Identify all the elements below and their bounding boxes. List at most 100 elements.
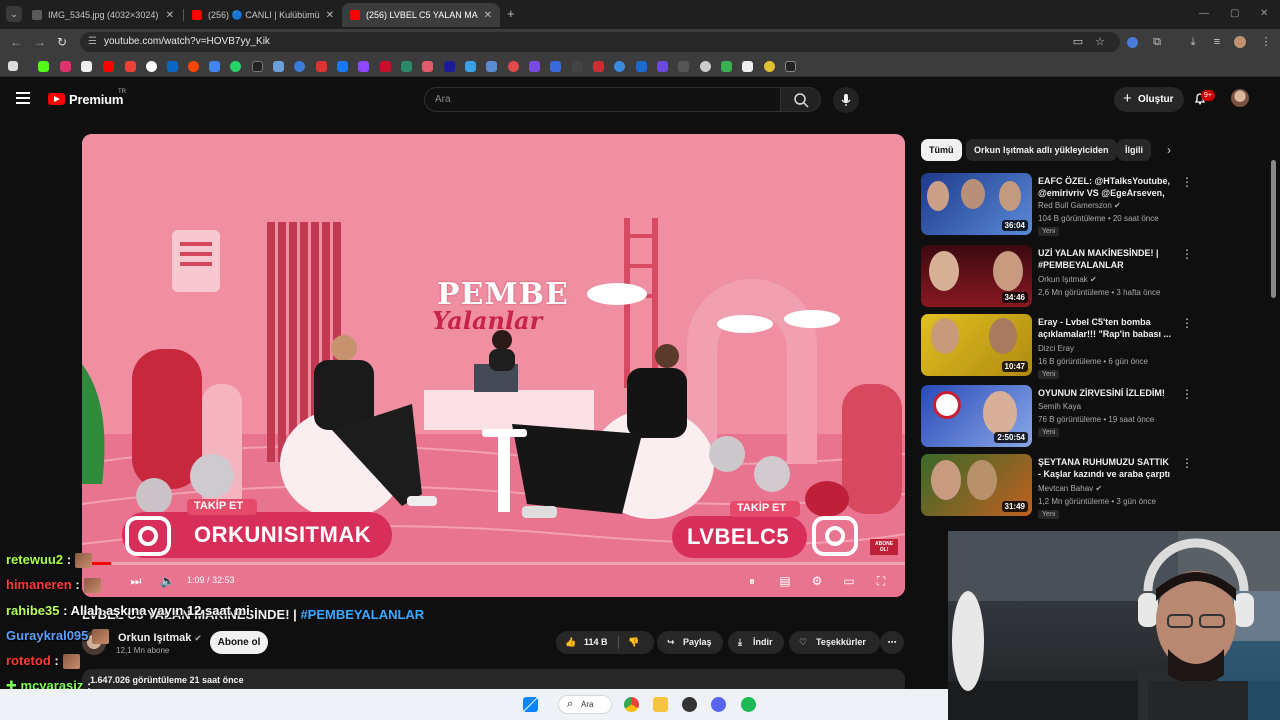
recommendation-channel[interactable]: Dizci Eray: [1038, 344, 1074, 353]
close-tab-icon[interactable]: ✕: [326, 10, 334, 21]
bookmark-site-icon[interactable]: [422, 61, 433, 72]
thanks-button[interactable]: ♡ Teşekkürler: [789, 631, 880, 654]
more-actions-icon[interactable]: ⋯: [880, 631, 904, 654]
close-tab-icon[interactable]: ✕: [484, 10, 492, 21]
bookmark-site-icon[interactable]: [572, 61, 583, 72]
chip-from-uploader[interactable]: Orkun Işıtmak adlı yükleyiciden: [966, 139, 1117, 161]
next-video-icon[interactable]: ⏭: [129, 574, 143, 588]
extensions-puzzle-icon[interactable]: ⧉: [1150, 35, 1164, 49]
account-avatar[interactable]: [1231, 89, 1249, 107]
like-count[interactable]: 114 B: [584, 631, 608, 654]
tab-search-chevron-icon[interactable]: ⌄: [6, 6, 22, 22]
recommendation-item[interactable]: 34:46 UZİ YALAN MAKİNESİNDE! | #PEMBEYAL…: [921, 245, 1261, 311]
recommendation-channel[interactable]: Orkun Işıtmak ✔: [1038, 275, 1097, 284]
theater-mode-icon[interactable]: ▭: [842, 574, 856, 588]
reload-icon[interactable]: ↻: [57, 35, 67, 49]
address-bar[interactable]: ☰ youtube.com/watch?v=HOVB7yy_Kik: [80, 32, 1120, 52]
tab-live-stream[interactable]: (256) 🔵 CANLI | Kulübümüzün ✕: [184, 3, 342, 27]
bookmark-site-icon[interactable]: [465, 61, 476, 72]
video-thumbnail[interactable]: 2:50:54: [921, 385, 1032, 447]
more-options-icon[interactable]: ⋮: [1181, 316, 1193, 330]
bookmark-site-icon[interactable]: [550, 61, 561, 72]
page-scrollbar[interactable]: [1271, 160, 1276, 298]
bookmark-facebook-icon[interactable]: [337, 61, 348, 72]
chips-next-chevron-icon[interactable]: ›: [1167, 143, 1171, 157]
recommendation-item[interactable]: 2:50:54 OYUNUN ZİRVESİNİ İZLEDİM! Semih …: [921, 385, 1261, 451]
subtitles-icon[interactable]: ▤: [778, 574, 792, 588]
bookmark-site-icon[interactable]: [486, 61, 497, 72]
bookmark-site-icon[interactable]: [700, 61, 711, 72]
bookmark-site-icon[interactable]: [380, 61, 391, 72]
discord-taskbar-icon[interactable]: [711, 697, 726, 712]
more-options-icon[interactable]: ⋮: [1181, 456, 1193, 470]
thumbs-up-icon[interactable]: 👍: [565, 631, 576, 654]
bookmark-site-icon[interactable]: [593, 61, 604, 72]
recommendation-channel[interactable]: Red Bull Gamerszon ✔: [1038, 201, 1121, 210]
taskbar-search[interactable]: Ara: [558, 695, 612, 714]
recommendation-item[interactable]: 10:47 Eray - Lvbel C5'ten bomba açıklama…: [921, 314, 1261, 380]
bookmark-reddit-icon[interactable]: [188, 61, 199, 72]
media-control-icon[interactable]: ≡: [1210, 35, 1224, 49]
video-thumbnail[interactable]: 36:04: [921, 173, 1032, 235]
spotify-taskbar-icon[interactable]: [741, 697, 756, 712]
extension-icon[interactable]: [1127, 37, 1138, 48]
share-button[interactable]: ↪ Paylaş: [657, 631, 723, 654]
bookmark-site-icon[interactable]: [764, 61, 775, 72]
back-arrow-icon[interactable]: ←: [10, 35, 22, 49]
bookmark-site-icon[interactable]: [742, 61, 753, 72]
recommendation-title[interactable]: OYUNUN ZİRVESİNİ İZLEDİM!: [1038, 387, 1173, 399]
video-player[interactable]: PEMBE Yalanlar TAKİP ET ORKUNISITMAK TAK…: [82, 134, 905, 597]
bookmark-site-icon[interactable]: [508, 61, 519, 72]
settings-gear-icon[interactable]: ⚙: [810, 574, 824, 588]
bookmark-site-icon[interactable]: [529, 61, 540, 72]
bookmark-whatsapp-icon[interactable]: [230, 61, 241, 72]
video-hashtag[interactable]: #PEMBEYALANLAR: [300, 607, 424, 622]
chrome-menu-icon[interactable]: ⋮: [1259, 35, 1273, 49]
video-thumbnail[interactable]: 10:47: [921, 314, 1032, 376]
bookmark-google-icon[interactable]: [146, 61, 157, 72]
bookmark-site-icon[interactable]: [657, 61, 668, 72]
windows-start-icon[interactable]: [523, 697, 538, 712]
bookmark-site-icon[interactable]: [401, 61, 412, 72]
profile-avatar-icon[interactable]: [1234, 36, 1246, 48]
maximize-window-icon[interactable]: ▢: [1230, 8, 1239, 19]
recommendation-title[interactable]: EAFC ÖZEL: @HTalksYoutube, @emirivriv VS…: [1038, 175, 1173, 199]
chip-related[interactable]: İlgili: [1117, 139, 1151, 161]
channel-name[interactable]: Orkun Işıtmak ✔: [118, 632, 202, 644]
bookmark-twitch-icon[interactable]: [358, 61, 369, 72]
search-button[interactable]: [781, 87, 821, 112]
chip-all[interactable]: Tümü: [921, 139, 962, 161]
bookmark-youtube-icon[interactable]: [103, 61, 114, 72]
close-tab-icon[interactable]: ✕: [166, 10, 174, 21]
site-info-icon[interactable]: ☰: [88, 32, 97, 52]
bookmark-site-icon[interactable]: [294, 61, 305, 72]
bookmark-site-icon[interactable]: [636, 61, 647, 72]
recommendation-item[interactable]: 36:04 EAFC ÖZEL: @HTalksYoutube, @emiriv…: [921, 173, 1261, 239]
search-input[interactable]: Ara: [424, 87, 781, 112]
autoplay-toggle-icon[interactable]: ⏸: [742, 574, 762, 588]
recommendation-channel[interactable]: Mevtcan Bahav ✔: [1038, 484, 1102, 493]
bookmark-gmail-icon[interactable]: [125, 61, 136, 72]
bookmark-outlook-icon[interactable]: [167, 61, 178, 72]
youtube-premium-logo[interactable]: Premium: [69, 92, 123, 107]
voice-search-button[interactable]: [833, 87, 859, 113]
recommendation-channel[interactable]: Semih Kaya: [1038, 402, 1081, 411]
tab-image[interactable]: IMG_5345.jpg (4032×3024) ✕: [24, 3, 182, 27]
more-options-icon[interactable]: ⋮: [1181, 247, 1193, 261]
video-thumbnail[interactable]: 34:46: [921, 245, 1032, 307]
more-options-icon[interactable]: ⋮: [1181, 175, 1193, 189]
subscribe-button[interactable]: Abone ol: [210, 631, 268, 654]
recommendation-item[interactable]: 31:49 ŞEYTANA RUHUMUZU SATTIK - Kaşlar k…: [921, 454, 1261, 520]
bookmark-site-icon[interactable]: [785, 61, 796, 72]
recommendation-title[interactable]: UZİ YALAN MAKİNESİNDE! | #PEMBEYALANLAR: [1038, 247, 1173, 271]
apps-grid-icon[interactable]: [8, 61, 18, 71]
minimize-window-icon[interactable]: —: [1199, 8, 1209, 19]
download-button[interactable]: ⤓ İndir: [728, 631, 784, 654]
bookmark-site-icon[interactable]: [614, 61, 625, 72]
bookmark-site-icon[interactable]: [273, 61, 284, 72]
youtube-logo-icon[interactable]: [48, 93, 65, 105]
volume-icon[interactable]: 🔈: [160, 574, 175, 588]
tab-current-video[interactable]: (256) LVBEL C5 YALAN MAKİNE ✕: [342, 3, 500, 27]
bookmark-x-icon[interactable]: [81, 61, 92, 72]
bookmark-steam-icon[interactable]: [252, 61, 263, 72]
